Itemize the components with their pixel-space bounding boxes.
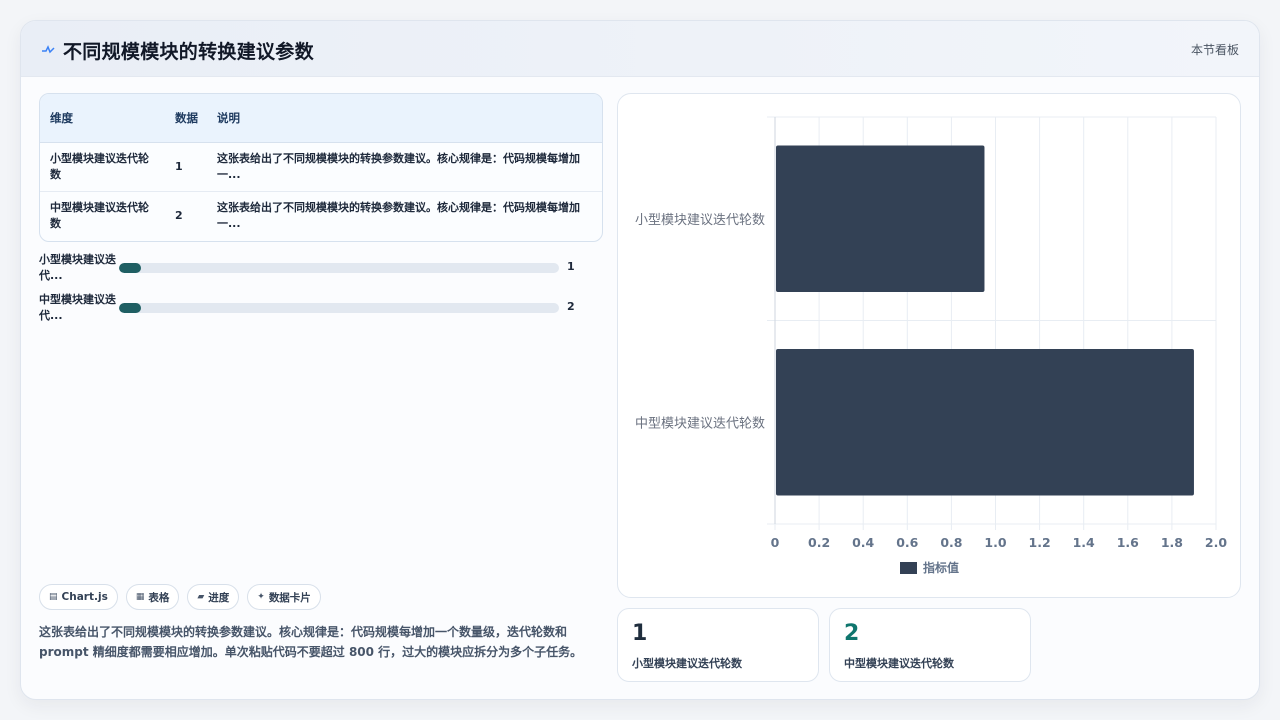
- x-tick-label: 0: [771, 535, 780, 550]
- x-tick-label: 1.8: [1161, 535, 1183, 550]
- stat-card: 2 中型模块建议迭代轮数: [829, 608, 1031, 682]
- y-tick-label: 小型模块建议迭代轮数: [635, 213, 765, 228]
- stat-value: 2: [844, 621, 860, 646]
- progress-label: 小型模块建议迭代...: [39, 253, 116, 282]
- tag-label: 表格: [148, 591, 170, 604]
- y-tick-label: 中型模块建议迭代轮数: [635, 416, 765, 431]
- column-header-note: 说明: [207, 94, 602, 143]
- summary-text: 这张表给出了不同规模模块的转换参数建议。核心规律是：代码规模每增加一个数量级，迭…: [39, 625, 583, 659]
- progress-fill: [119, 303, 141, 313]
- x-tick-label: 0.4: [852, 535, 874, 550]
- x-tick-label: 1.6: [1117, 535, 1139, 550]
- chart-icon: ▤: [49, 592, 58, 602]
- cell-value: 1: [167, 142, 207, 192]
- table-row: 小型模块建议迭代轮数 1 这张表给出了不同规模模块的转换参数建议。核心规律是：代…: [40, 142, 602, 192]
- tag-label: Chart.js: [61, 591, 108, 603]
- stat-value: 1: [632, 621, 648, 646]
- data-table: 维度 数据 说明 小型模块建议迭代轮数 1 这张表给出了不同规模模块的转换参数建…: [39, 93, 603, 242]
- tag-table[interactable]: ▦ 表格: [125, 584, 180, 610]
- x-tick-label: 2.0: [1205, 535, 1227, 550]
- bar: [776, 145, 985, 293]
- progress-icon: ▰: [197, 592, 205, 602]
- progress-value: 1: [567, 260, 575, 273]
- progress-row: 小型模块建议迭代... 1: [39, 252, 599, 284]
- column-header-dimension: 维度: [40, 94, 167, 143]
- tag-chartjs[interactable]: ▤ Chart.js: [39, 584, 118, 610]
- progress-track: [119, 303, 559, 313]
- cell-note: 这张表给出了不同规模模块的转换参数建议。核心规律是：代码规模每增加一...: [217, 200, 580, 230]
- page-title: 不同规模模块的转换建议参数: [63, 41, 314, 63]
- stat-label: 小型模块建议迭代轮数: [632, 657, 742, 670]
- tag-data-card[interactable]: ✦ 数据卡片: [247, 584, 321, 610]
- progress-track: [119, 263, 559, 273]
- stat-label: 中型模块建议迭代轮数: [844, 657, 954, 670]
- cell-dimension: 小型模块建议迭代轮数: [40, 142, 167, 192]
- column-header-data: 数据: [167, 94, 207, 143]
- table-icon: ▦: [135, 592, 145, 602]
- bar-chart: 小型模块建议迭代轮数中型模块建议迭代轮数 0 0.2 0.4 0.6 0.8 1.0 1.2 1…: [635, 116, 1227, 575]
- x-tick-label: 0.6: [896, 535, 918, 550]
- section-board-link[interactable]: 本节看板: [1191, 41, 1239, 58]
- tag-list: ▤ Chart.js ▦ 表格 ▰ 进度 ✦ 数据卡片: [39, 584, 321, 610]
- progress-value: 2: [567, 300, 575, 313]
- progress-row: 中型模块建议迭代... 2: [39, 292, 599, 324]
- tag-progress[interactable]: ▰ 进度: [187, 584, 240, 610]
- table-row: 中型模块建议迭代轮数 2 这张表给出了不同规模模块的转换参数建议。核心规律是：代…: [40, 191, 602, 240]
- table-header-row: 维度 数据 说明: [40, 94, 602, 143]
- bar-chart-panel: 小型模块建议迭代轮数 中型模块建议迭代轮数 0 0.2 0.4 0.6 0.8 1.0 1.2 1…: [617, 93, 1241, 598]
- cell-dimension: 中型模块建议迭代轮数: [50, 200, 149, 230]
- card-header: 不同规模模块的转换建议参数 本节看板: [21, 21, 1259, 77]
- x-tick-label: 1.2: [1029, 535, 1051, 550]
- tag-label: 数据卡片: [268, 591, 311, 604]
- x-tick-label: 1.4: [1073, 535, 1095, 550]
- progress-label: 中型模块建议迭代...: [39, 293, 116, 322]
- dashboard-card: 不同规模模块的转换建议参数 本节看板 维度 数据 说明 小型模块建议迭代轮数 1…: [20, 20, 1260, 700]
- cell-note: 这张表给出了不同规模模块的转换参数建议。核心规律是：代码规模每增加一...: [207, 142, 602, 192]
- x-tick-label: 1.0: [984, 535, 1006, 550]
- x-tick-label: 0.2: [808, 535, 830, 550]
- pulse-icon: [42, 45, 55, 54]
- cell-value: 2: [175, 208, 183, 222]
- bar: [776, 348, 1194, 496]
- legend-swatch: [900, 562, 917, 574]
- x-tick-label: 0.8: [940, 535, 962, 550]
- progress-fill: [119, 263, 141, 273]
- legend-label: 指标值: [923, 560, 959, 575]
- stat-card: 1 小型模块建议迭代轮数: [617, 608, 819, 682]
- tag-label: 进度: [208, 591, 230, 604]
- sparkle-icon: ✦: [257, 592, 265, 602]
